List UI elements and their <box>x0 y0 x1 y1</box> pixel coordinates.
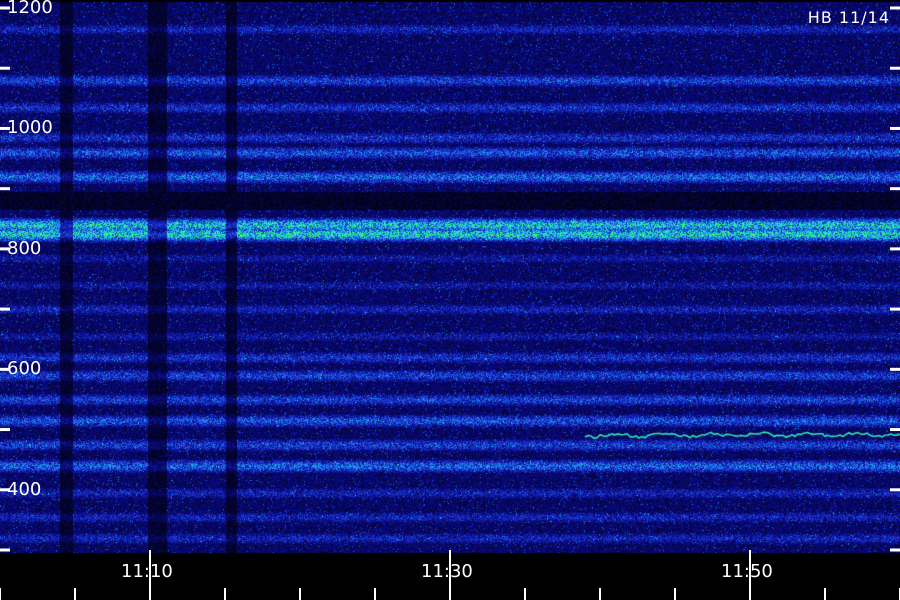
y-tick-label: 600 <box>7 358 42 380</box>
chart-axes <box>0 6 900 600</box>
spectrogram-chart: HB 11/14 1200 1000 800 600 400 11:10 11:30 11:5… <box>0 0 900 600</box>
x-tick-label: 11:30 <box>421 561 473 582</box>
y-tick-label: 1000 <box>7 117 53 139</box>
x-tick-label: 11:50 <box>721 561 773 582</box>
y-tick-label: 800 <box>7 237 42 259</box>
y-tick-label: 400 <box>7 478 42 500</box>
x-tick-label: 11:10 <box>121 561 173 582</box>
chart-annotation: HB 11/14 <box>807 8 890 27</box>
y-tick-label: 1200 <box>7 0 53 18</box>
